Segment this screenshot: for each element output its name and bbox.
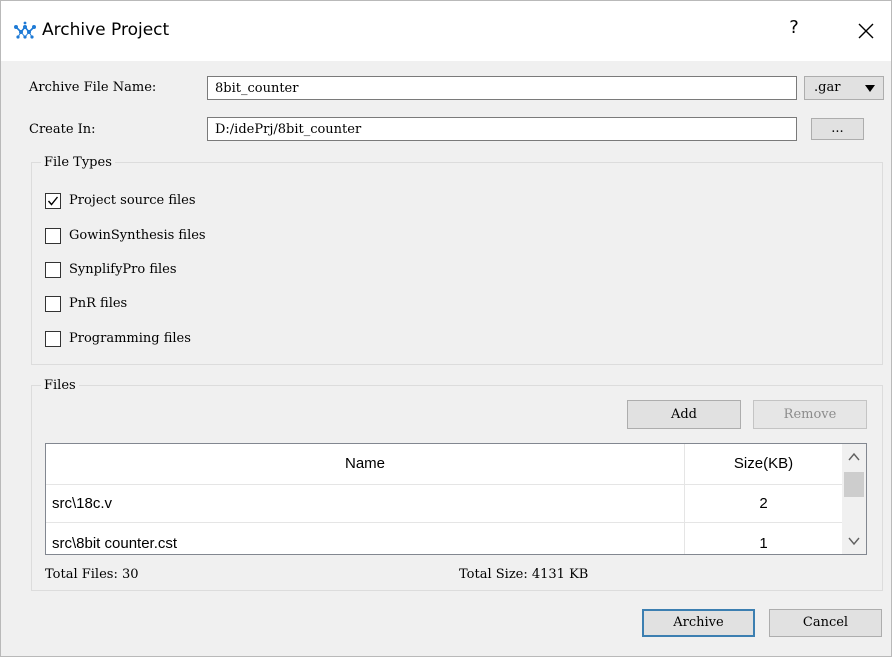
archive-file-name-label: Archive File Name: [29, 80, 157, 95]
checkbox-label: PnR files [69, 296, 128, 311]
row-divider [46, 522, 842, 523]
extension-value: .gar [814, 80, 841, 95]
file-types-group-title: File Types [41, 155, 115, 170]
checkbox-box[interactable] [45, 228, 61, 244]
checkbox-label: Programming files [69, 331, 191, 346]
remove-button[interactable]: Remove [753, 400, 867, 429]
chevron-down-icon [865, 85, 875, 92]
total-size-label: Total Size: 4131 KB [459, 567, 589, 582]
total-files-label: Total Files: 30 [45, 567, 139, 582]
checkbox-box[interactable] [45, 296, 61, 312]
browse-button[interactable]: ... [811, 118, 864, 140]
scroll-up-arrow-icon[interactable] [842, 446, 866, 468]
table-row-name[interactable]: src\18c.v [52, 488, 112, 520]
scroll-down-arrow-icon[interactable] [842, 530, 866, 552]
checkmark-icon [47, 196, 59, 206]
window-title: Archive Project [42, 20, 170, 40]
title-bar: Archive Project ? [1, 1, 891, 61]
table-row-name[interactable]: src\8bit counter.cst [52, 528, 177, 554]
help-button[interactable]: ? [784, 17, 804, 43]
table-row-size[interactable]: 1 [685, 528, 842, 554]
table-row-size[interactable]: 2 [685, 488, 842, 520]
extension-select[interactable]: .gar [804, 76, 884, 100]
column-header-name[interactable]: Name [46, 444, 684, 484]
add-button[interactable]: Add [627, 400, 741, 429]
archive-project-dialog: Archive Project ? Archive File Name: .ga… [0, 0, 892, 657]
checkbox-label: Project source files [69, 193, 196, 208]
checkbox-box[interactable] [45, 262, 61, 278]
header-divider [46, 484, 842, 485]
files-group-title: Files [41, 378, 79, 393]
scrollbar-thumb[interactable] [844, 472, 864, 497]
archive-file-name-input[interactable] [207, 76, 797, 100]
files-table: Name Size(KB) src\18c.v 2 src\8bit count… [45, 443, 867, 555]
create-in-input[interactable] [207, 117, 797, 141]
column-header-size[interactable]: Size(KB) [685, 444, 842, 484]
checkbox-label: GowinSynthesis files [69, 228, 206, 243]
archive-button[interactable]: Archive [642, 609, 755, 637]
checkbox-box[interactable] [45, 331, 61, 347]
cancel-button[interactable]: Cancel [769, 609, 882, 637]
checkbox-box[interactable] [45, 193, 61, 209]
vertical-scrollbar[interactable] [842, 444, 866, 554]
checkbox-label: SynplifyPro files [69, 262, 177, 277]
close-icon[interactable] [853, 15, 879, 45]
create-in-label: Create In: [29, 122, 96, 137]
gowin-logo-icon [14, 21, 36, 39]
